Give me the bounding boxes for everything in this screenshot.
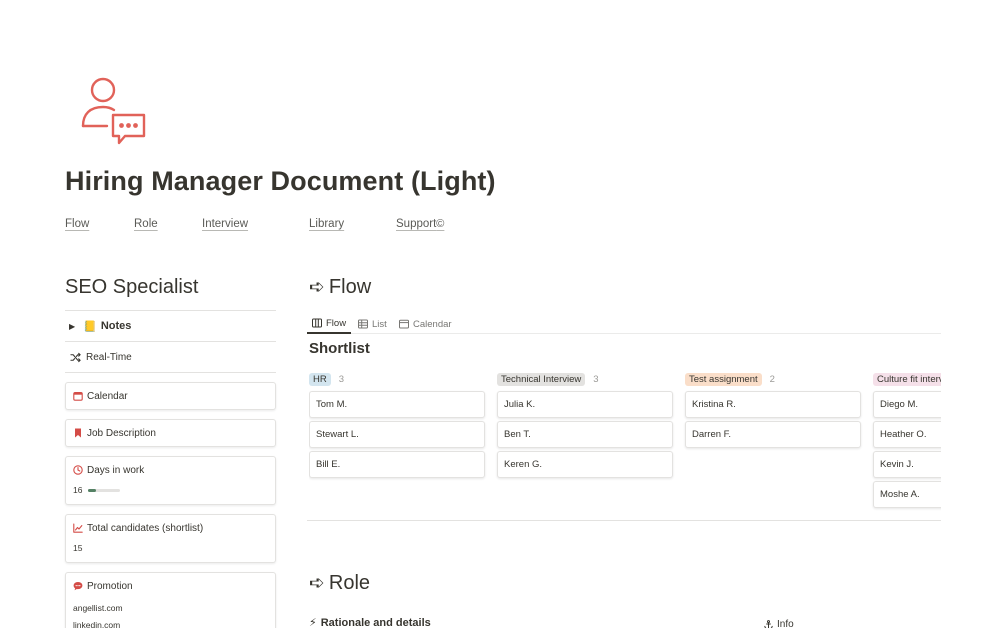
- calendar-label: Calendar: [87, 390, 128, 402]
- trend-icon: [73, 523, 83, 533]
- nav-link-flow[interactable]: Flow: [65, 218, 89, 230]
- sidebar-title: SEO Specialist: [65, 276, 199, 298]
- board-icon: [312, 318, 322, 328]
- realtime-link[interactable]: Real-Time: [65, 342, 276, 372]
- support-glyph-icon: ©: [436, 218, 445, 230]
- total-candidates-label: Total candidates (shortlist): [87, 522, 204, 534]
- nav-link-support-label: Support: [396, 218, 437, 230]
- lightning-icon: ⚡: [309, 617, 317, 628]
- candidate-card[interactable]: Darren F.: [685, 421, 861, 448]
- candidate-card[interactable]: Ben T.: [497, 421, 673, 448]
- candidate-card[interactable]: Stewart L.: [309, 421, 485, 448]
- tab-flow-label: Flow: [326, 317, 347, 329]
- days-in-work-card[interactable]: Days in work 16: [65, 456, 276, 505]
- anchor-icon: [764, 619, 773, 628]
- board-column-test-assignment: Test assignment 2 Kristina R. Darren F.: [685, 370, 861, 448]
- days-in-work-label: Days in work: [87, 464, 145, 476]
- promotion-label: Promotion: [87, 580, 133, 592]
- column-tag[interactable]: Culture fit interview: [873, 372, 941, 386]
- arrow-right-icon: ➪: [309, 277, 325, 298]
- board-column-culture-fit: Culture fit interview 4 Diego M. Heather…: [873, 370, 941, 508]
- notebook-icon: 📒: [83, 320, 97, 333]
- notes-toggle[interactable]: ▶ 📒 Notes: [65, 311, 276, 341]
- calendar-card[interactable]: Calendar: [65, 382, 276, 410]
- toggle-triangle-icon: ▶: [69, 321, 76, 331]
- notes-label: Notes: [100, 320, 132, 332]
- tab-list-label: List: [372, 318, 387, 330]
- nav-link-support[interactable]: Support©: [396, 218, 444, 230]
- nav-link-library[interactable]: Library: [309, 218, 344, 230]
- role-heading: ➪ Role: [309, 572, 370, 595]
- candidate-card[interactable]: Diego M.: [873, 391, 941, 418]
- rationale-heading: ⚡ Rationale and details: [309, 616, 431, 628]
- top-nav: Flow Role Interview Library Support©: [0, 218, 1005, 234]
- flow-heading: ➪ Flow: [309, 276, 371, 299]
- view-title: Shortlist: [309, 340, 370, 357]
- realtime-label: Real-Time: [86, 351, 132, 363]
- job-description-label: Job Description: [87, 427, 156, 439]
- promotion-card[interactable]: Promotion angellist.com linkedin.com: [65, 572, 276, 628]
- candidate-card[interactable]: Moshe A.: [873, 481, 941, 508]
- column-count: 2: [769, 373, 775, 385]
- days-in-work-progress: [88, 488, 121, 492]
- column-tag[interactable]: HR: [309, 372, 331, 386]
- page-title: Hiring Manager Document (Light): [65, 166, 496, 196]
- candidate-card[interactable]: Tom M.: [309, 391, 485, 418]
- promotion-link[interactable]: angellist.com: [73, 603, 123, 613]
- divider: [65, 372, 276, 373]
- total-candidates-card[interactable]: Total candidates (shortlist) 15: [65, 514, 276, 563]
- candidate-card[interactable]: Bill E.: [309, 451, 485, 478]
- tab-calendar-label: Calendar: [413, 318, 452, 330]
- clock-icon: [73, 465, 83, 475]
- view-tabs: Flow List Calendar: [307, 312, 941, 334]
- nav-link-interview[interactable]: Interview: [202, 218, 248, 230]
- column-count: 3: [338, 373, 345, 385]
- kanban-board: HR 3 Tom M. Stewart L. Bill E. Technical…: [309, 370, 941, 518]
- role-heading-label: Role: [328, 572, 371, 594]
- table-icon: [358, 319, 368, 329]
- column-count: 3: [593, 373, 599, 385]
- board-column-technical-interview: Technical Interview 3 Julia K. Ben T. Ke…: [497, 370, 673, 478]
- bookmark-icon: [75, 428, 81, 438]
- total-candidates-value: 15: [73, 543, 83, 553]
- column-tag[interactable]: Technical Interview: [497, 372, 586, 386]
- candidate-card[interactable]: Kristina R.: [685, 391, 861, 418]
- flow-heading-label: Flow: [328, 276, 372, 298]
- divider: [307, 520, 941, 521]
- calendar-icon: [399, 319, 409, 329]
- person-chat-icon: [81, 77, 146, 145]
- tab-calendar[interactable]: Calendar: [399, 314, 452, 334]
- sidebar: SEO Specialist ▶ 📒 Notes Real-Time Calen…: [65, 276, 276, 628]
- arrow-right-icon: ➪: [309, 573, 325, 594]
- rationale-label: Rationale and details: [320, 616, 431, 628]
- shuffle-icon: [70, 352, 81, 362]
- tab-flow[interactable]: Flow: [307, 314, 352, 334]
- candidate-card[interactable]: Keren G.: [497, 451, 673, 478]
- info-label: Info: [777, 619, 794, 628]
- calendar-icon: [73, 391, 83, 401]
- candidate-card[interactable]: Kevin J.: [873, 451, 941, 478]
- candidate-card[interactable]: Heather O.: [873, 421, 941, 448]
- tab-list[interactable]: List: [358, 314, 387, 334]
- candidate-card[interactable]: Julia K.: [497, 391, 673, 418]
- speech-icon: [73, 582, 83, 591]
- progress-fill: [88, 488, 97, 492]
- nav-link-role[interactable]: Role: [134, 218, 158, 230]
- info-heading: Info: [764, 619, 794, 628]
- promotion-link[interactable]: linkedin.com: [73, 620, 120, 628]
- job-description-card[interactable]: Job Description: [65, 419, 276, 447]
- column-tag[interactable]: Test assignment: [685, 372, 762, 386]
- board-column-hr: HR 3 Tom M. Stewart L. Bill E.: [309, 370, 485, 478]
- days-in-work-value: 16: [73, 485, 83, 495]
